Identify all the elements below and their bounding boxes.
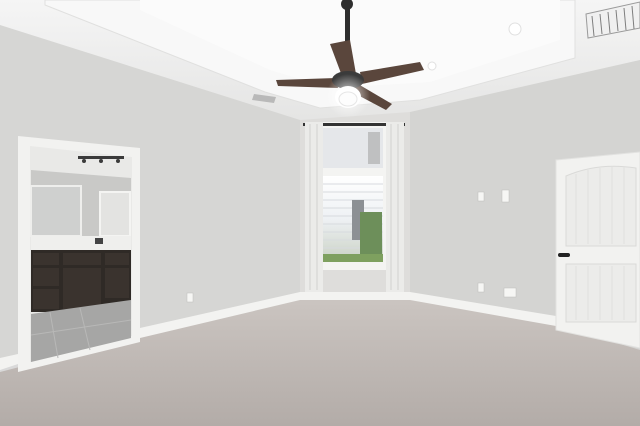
window [318, 122, 388, 270]
bathroom-doorway[interactable] [18, 136, 140, 372]
outlet-icon [503, 287, 517, 298]
light-switch-icon[interactable] [501, 189, 510, 203]
outlet-icon [186, 292, 194, 303]
bedroom-photo [0, 0, 640, 426]
faucet-icon [95, 238, 103, 244]
outlet-icon [477, 282, 485, 293]
bathroom-mirror [30, 185, 82, 237]
curtain-left [305, 122, 323, 292]
door-handle-icon[interactable] [558, 253, 570, 257]
bedroom-door[interactable] [555, 151, 640, 349]
recessed-light-icon [508, 22, 522, 36]
curtain-right [386, 122, 404, 292]
vanity-light-icon [78, 156, 124, 159]
recessed-light-icon [427, 61, 437, 71]
light-switch-icon[interactable] [477, 191, 485, 202]
